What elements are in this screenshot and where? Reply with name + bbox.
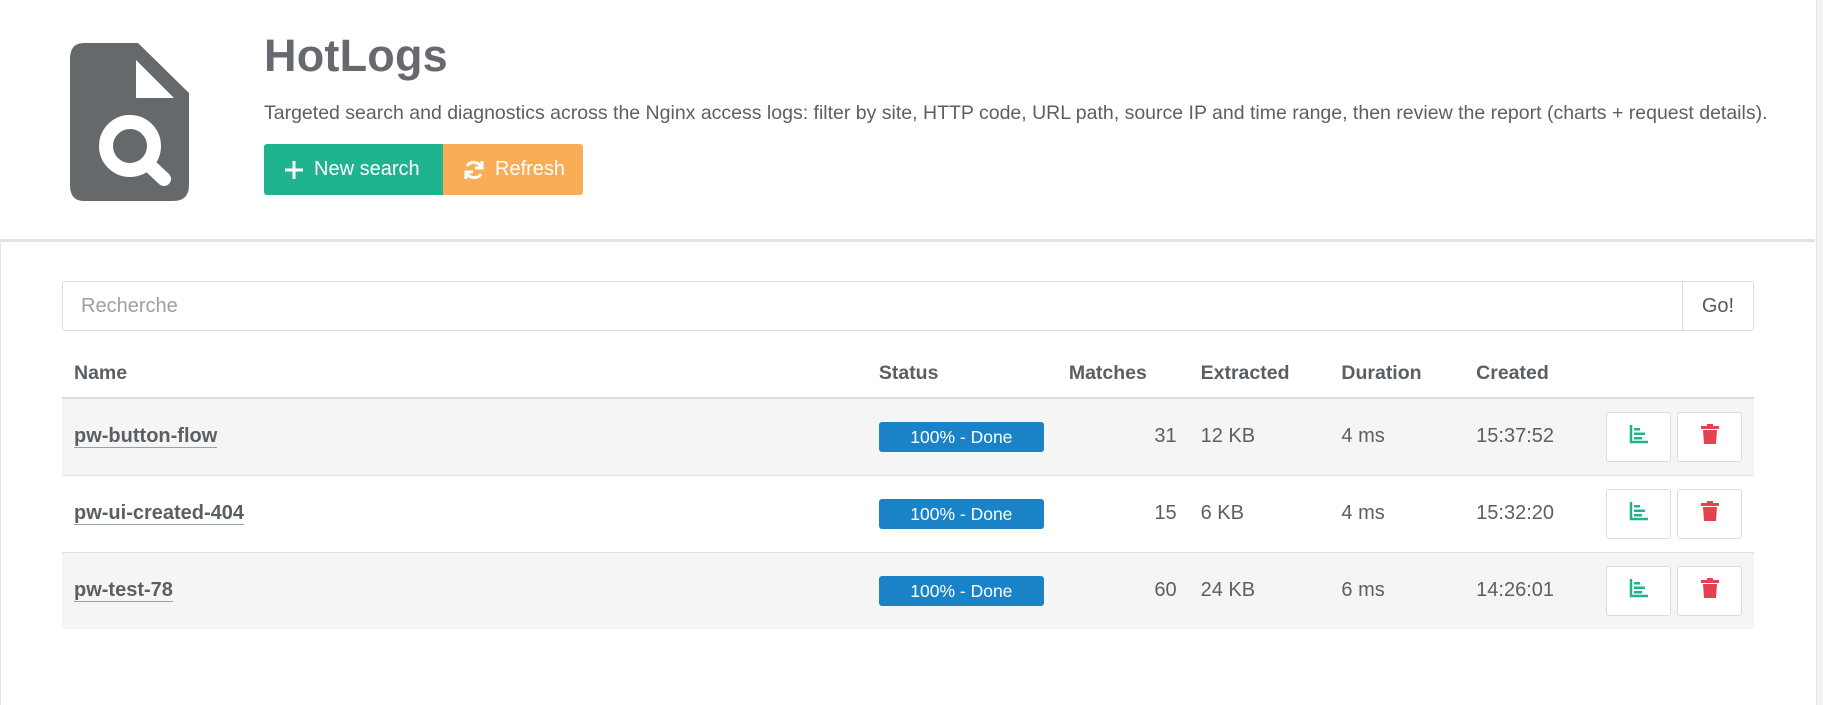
file-search-icon — [70, 43, 189, 201]
header-actions: New search Refresh — [264, 144, 583, 195]
created-cell: 14:26:01 — [1464, 552, 1594, 629]
bar-chart-icon — [1629, 424, 1649, 450]
delete-button[interactable] — [1677, 411, 1742, 462]
extracted-cell: 12 KB — [1188, 398, 1330, 476]
duration-cell: 4 ms — [1329, 475, 1465, 553]
trash-icon — [1700, 423, 1719, 450]
new-search-label: New search — [314, 158, 420, 180]
column-header-duration[interactable]: Duration — [1329, 350, 1465, 399]
column-header-created[interactable]: Created — [1464, 350, 1594, 399]
column-header-actions — [1593, 350, 1754, 399]
duration-cell: 6 ms — [1329, 552, 1465, 629]
extracted-cell: 24 KB — [1188, 552, 1330, 629]
created-cell: 15:32:20 — [1464, 475, 1594, 553]
column-header-status[interactable]: Status — [866, 350, 1057, 399]
search-name-link[interactable]: pw-ui-created-404 — [74, 502, 245, 525]
page-description: Targeted search and diagnostics across t… — [264, 102, 1768, 124]
go-button[interactable]: Go! — [1682, 281, 1754, 331]
extracted-cell: 6 KB — [1188, 475, 1330, 553]
refresh-label: Refresh — [495, 158, 566, 180]
search-bar: Go! — [62, 281, 1754, 331]
view-report-button[interactable] — [1606, 565, 1671, 616]
page-title: HotLogs — [264, 30, 448, 81]
table-header-row: Name Status Matches Extracted Duration C… — [62, 350, 1754, 399]
duration-cell: 4 ms — [1329, 398, 1465, 476]
matches-cell: 15 — [1056, 475, 1189, 553]
table-row: pw-button-flow 100% - Done 31 12 KB 4 ms… — [62, 398, 1754, 476]
refresh-icon — [463, 159, 485, 181]
status-badge: 100% - Done — [878, 498, 1044, 529]
table-row: pw-test-78 100% - Done 60 24 KB 6 ms 14:… — [62, 552, 1754, 629]
column-header-name[interactable]: Name — [62, 350, 867, 399]
delete-button[interactable] — [1677, 488, 1742, 539]
trash-icon — [1700, 577, 1719, 604]
column-header-matches[interactable]: Matches — [1056, 350, 1189, 399]
search-name-link[interactable]: pw-test-78 — [74, 579, 173, 603]
search-input[interactable] — [62, 281, 1682, 331]
created-cell: 15:37:52 — [1464, 398, 1594, 476]
new-search-button[interactable]: New search — [264, 144, 443, 195]
bar-chart-icon — [1629, 578, 1649, 604]
matches-cell: 31 — [1056, 398, 1189, 476]
view-report-button[interactable] — [1606, 488, 1671, 539]
plus-icon — [284, 160, 304, 180]
refresh-button[interactable]: Refresh — [443, 144, 583, 195]
row-actions — [1606, 488, 1742, 539]
view-report-button[interactable] — [1606, 411, 1671, 462]
column-header-extracted[interactable]: Extracted — [1188, 350, 1330, 399]
page: HotLogs Targeted search and diagnostics … — [0, 0, 1823, 705]
row-actions — [1606, 411, 1742, 462]
delete-button[interactable] — [1677, 565, 1742, 616]
status-badge: 100% - Done — [878, 575, 1044, 606]
table-row: pw-ui-created-404 100% - Done 15 6 KB 4 … — [62, 475, 1754, 553]
status-badge: 100% - Done — [878, 421, 1044, 452]
search-jobs-table: Name Status Matches Extracted Duration C… — [62, 350, 1754, 629]
trash-icon — [1700, 500, 1719, 527]
row-actions — [1606, 565, 1742, 616]
bar-chart-icon — [1629, 501, 1649, 527]
page-header: HotLogs Targeted search and diagnostics … — [0, 0, 1815, 242]
scrollbar[interactable] — [1816, 0, 1823, 705]
matches-cell: 60 — [1056, 552, 1189, 629]
search-name-link[interactable]: pw-button-flow — [74, 425, 218, 449]
